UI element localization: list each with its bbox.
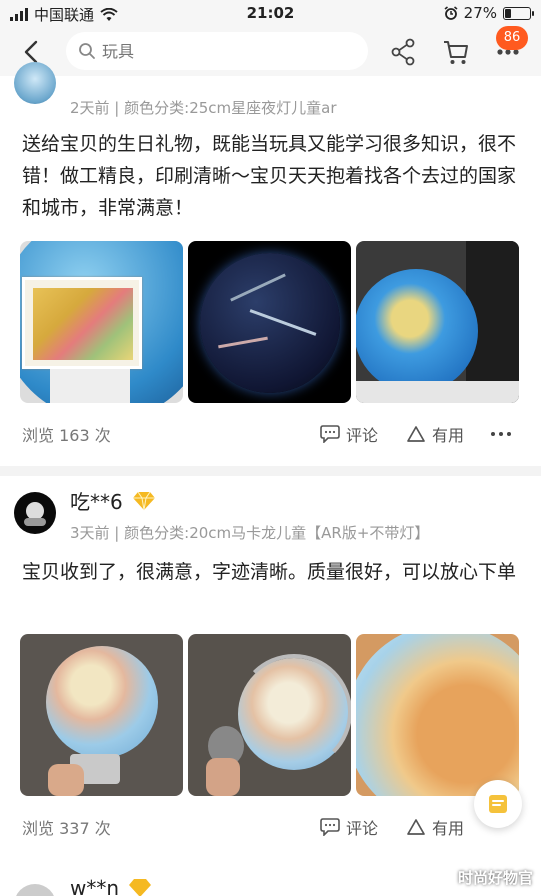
username[interactable]: 吃**6 — [70, 486, 123, 515]
triangle-up-icon — [407, 819, 425, 835]
review-card: 吃**6 3天前 | 颜色分类:20cm马卡龙儿童【AR版+不带灯】 宝贝收到了… — [0, 476, 541, 862]
review-photos — [20, 634, 519, 796]
review-photo[interactable] — [20, 634, 183, 796]
battery-fill — [505, 8, 512, 18]
more-dots-icon[interactable] — [490, 426, 512, 442]
avatar[interactable] — [14, 492, 56, 534]
search-input[interactable] — [102, 41, 342, 61]
useful-label: 有用 — [432, 426, 465, 445]
comment-icon — [320, 818, 340, 836]
status-right: 27% — [444, 4, 534, 22]
watermark: 时尚好物官 — [457, 869, 533, 887]
review-actions: 浏览 337 次 评论 有用 — [0, 815, 541, 839]
view-count: 浏览 337 次 — [22, 819, 111, 838]
review-meta: 3天前 | 颜色分类:20cm马卡龙儿童【AR版+不带灯】 — [70, 524, 430, 542]
status-bar: 中国联通 21:02 27% — [0, 0, 541, 28]
top-nav-bar: 86 — [0, 26, 541, 76]
avatar[interactable] — [14, 884, 56, 896]
review-card: 2天前 | 颜色分类:25cm星座夜灯儿童ar 送给宝贝的生日礼物，既能当玩具又… — [0, 62, 541, 466]
review-meta: 2天前 | 颜色分类:25cm星座夜灯儿童ar — [70, 99, 337, 117]
comment-label: 评论 — [346, 819, 379, 838]
comment-label: 评论 — [346, 426, 379, 445]
share-icon[interactable] — [390, 38, 416, 66]
review-photo[interactable] — [188, 634, 351, 796]
review-photo[interactable] — [188, 241, 351, 403]
user-header: w**n — [70, 876, 153, 896]
section-divider — [0, 466, 541, 476]
review-photo[interactable] — [356, 634, 519, 796]
review-photo[interactable] — [20, 241, 183, 403]
review-photo[interactable] — [356, 241, 519, 403]
search-icon — [79, 43, 95, 59]
floating-note-button[interactable] — [474, 780, 522, 828]
cart-count-badge: 86 — [496, 26, 528, 50]
battery-percent: 27% — [463, 4, 497, 22]
triangle-up-icon — [407, 426, 425, 442]
username[interactable]: w**n — [70, 876, 119, 896]
comment-button[interactable]: 评论 — [320, 815, 378, 839]
note-icon — [489, 795, 507, 813]
battery-icon — [503, 6, 534, 20]
review-text: 宝贝收到了，很满意，字迹清晰。质量很好，可以放心下单 — [22, 561, 517, 583]
review-text: 送给宝贝的生日礼物，既能当玩具又能学习很多知识，很不错！做工精良，印刷清晰～宝贝… — [22, 133, 517, 219]
avatar[interactable] — [14, 62, 56, 104]
view-count: 浏览 163 次 — [22, 426, 111, 445]
comment-button[interactable]: 评论 — [320, 422, 378, 446]
diamond-badge-icon — [132, 491, 155, 510]
search-box[interactable] — [66, 32, 368, 70]
useful-label: 有用 — [432, 819, 465, 838]
user-header: 吃**6 — [70, 486, 157, 515]
alarm-icon — [444, 6, 458, 20]
useful-button[interactable]: 有用 — [406, 422, 464, 446]
comment-icon — [320, 425, 340, 443]
cart-icon[interactable] — [442, 38, 470, 66]
useful-button[interactable]: 有用 — [406, 815, 464, 839]
review-actions: 浏览 163 次 评论 有用 — [0, 422, 541, 446]
review-photos — [20, 241, 519, 403]
diamond-badge-icon — [129, 879, 152, 896]
